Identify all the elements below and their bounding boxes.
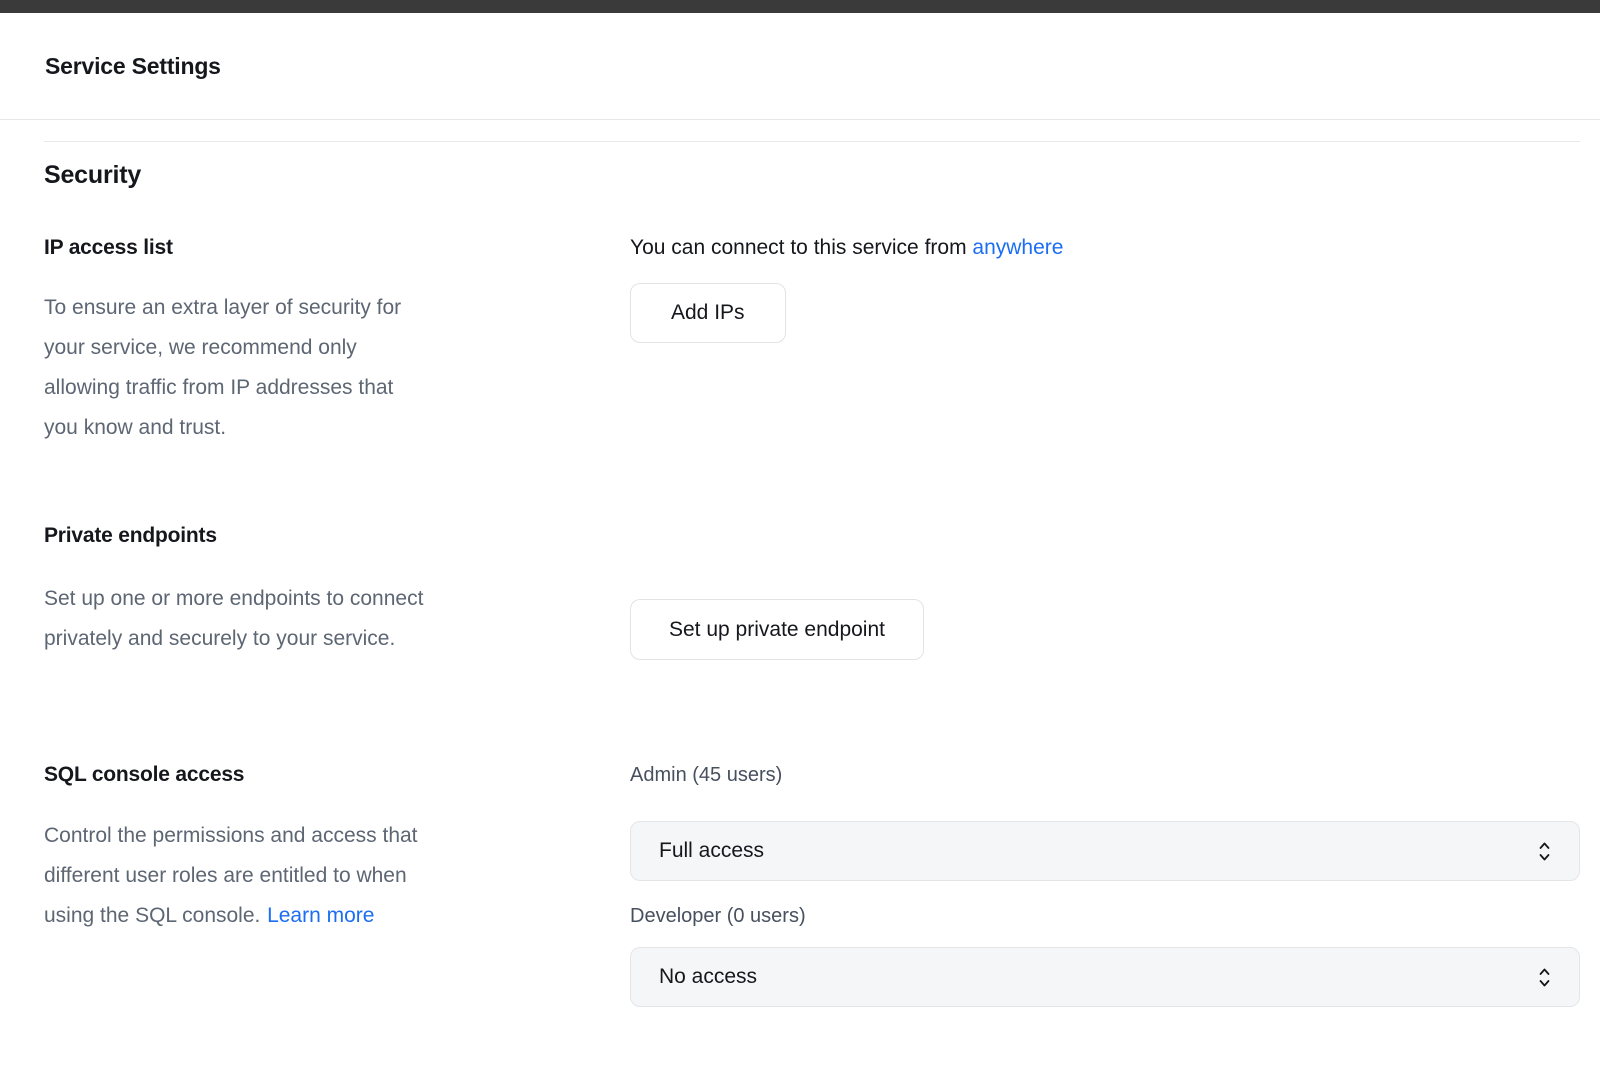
private-endpoints-description: Set up one or more endpoints to connect … — [44, 579, 630, 659]
private-endpoints-description-text: Set up one or more endpoints to connect … — [44, 587, 423, 650]
security-section-heading: Security — [44, 161, 1580, 190]
admin-access-selected-value: Full access — [659, 839, 764, 863]
add-ips-button[interactable]: Add IPs — [630, 283, 786, 343]
admin-access-select[interactable]: Full access — [630, 821, 1580, 881]
updown-chevron-icon — [1536, 840, 1553, 863]
sql-console-access-row: SQL console access Control the permissio… — [44, 762, 1580, 1007]
ip-access-list-description: To ensure an extra layer of security for… — [44, 288, 630, 448]
sql-console-access-title: SQL console access — [44, 762, 630, 788]
ip-access-left-column: IP access list To ensure an extra layer … — [44, 235, 630, 448]
connect-status-text: You can connect to this service from — [630, 236, 972, 259]
private-endpoints-right-column: Set up private endpoint — [630, 523, 1580, 660]
page-header: Service Settings — [0, 13, 1600, 120]
setup-private-endpoint-button[interactable]: Set up private endpoint — [630, 599, 924, 660]
private-endpoints-row: Private endpoints Set up one or more end… — [44, 523, 1580, 660]
sql-console-description: Control the permissions and access that … — [44, 816, 630, 936]
private-endpoints-title: Private endpoints — [44, 523, 630, 549]
sql-console-right-column: Admin (45 users) Full access Developer (… — [630, 762, 1580, 1007]
developer-access-select[interactable]: No access — [630, 947, 1580, 1007]
admin-role-label: Admin (45 users) — [630, 762, 1580, 788]
ip-access-right-column: You can connect to this service from any… — [630, 235, 1580, 448]
connect-status-line: You can connect to this service from any… — [630, 235, 1580, 261]
anywhere-link[interactable]: anywhere — [972, 236, 1063, 259]
ip-access-list-title: IP access list — [44, 235, 630, 261]
sql-console-left-column: SQL console access Control the permissio… — [44, 762, 630, 1007]
ip-access-list-row: IP access list To ensure an extra layer … — [44, 235, 1580, 448]
learn-more-link[interactable]: Learn more — [267, 904, 374, 927]
settings-content: Security IP access list To ensure an ext… — [0, 161, 1600, 1007]
private-endpoints-left-column: Private endpoints Set up one or more end… — [44, 523, 630, 660]
developer-access-selected-value: No access — [659, 965, 757, 989]
updown-chevron-icon — [1536, 966, 1553, 989]
top-window-bar — [0, 0, 1600, 13]
developer-role-label: Developer (0 users) — [630, 903, 1580, 929]
page-title: Service Settings — [45, 53, 221, 80]
section-divider — [44, 141, 1580, 142]
ip-access-description-text: To ensure an extra layer of security for… — [44, 296, 401, 439]
